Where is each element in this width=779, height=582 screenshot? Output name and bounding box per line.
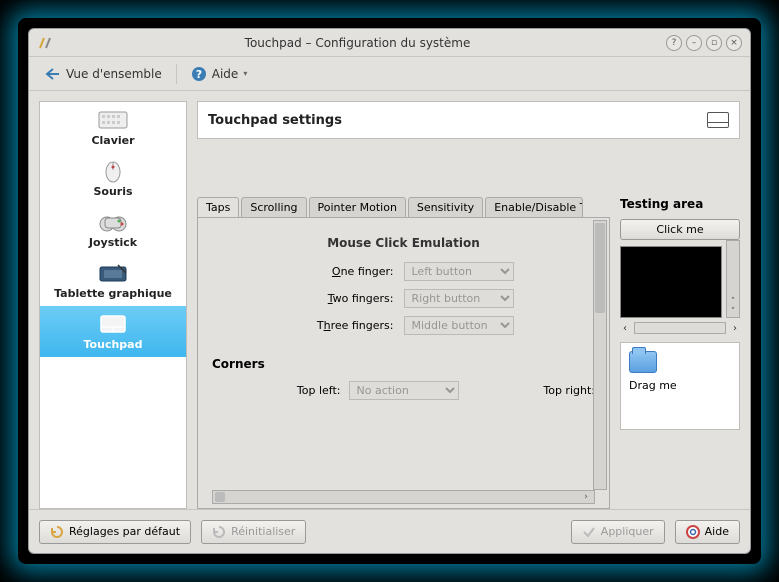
horizontal-scrollbar[interactable]: › <box>212 490 595 504</box>
overview-label: Vue d'ensemble <box>66 67 162 81</box>
lifebuoy-icon <box>686 525 700 539</box>
sidebar-item-touchpad[interactable]: Touchpad <box>40 306 186 357</box>
app-icon <box>37 35 53 51</box>
folder-icon[interactable] <box>629 351 657 373</box>
test-hscroll-right[interactable]: › <box>730 323 740 334</box>
tab-bar: Taps Scrolling Pointer Motion Sensitivit… <box>197 197 610 217</box>
test-hscroll[interactable] <box>634 322 726 334</box>
test-vscroll[interactable]: ˄˅ <box>726 240 740 318</box>
testing-area-title: Testing area <box>620 197 740 211</box>
sidebar-item-label: Joystick <box>89 236 137 249</box>
top-left-label: Top left: <box>212 384 341 397</box>
tab-enable-disable[interactable]: Enable/Disable Touchpad <box>485 197 583 217</box>
reset-label: Réinitialiser <box>231 525 295 538</box>
tab-panel-taps: Mouse Click Emulation One finger: Left b… <box>197 217 610 509</box>
touchpad-icon <box>97 312 129 336</box>
one-finger-label: One finger: <box>294 265 394 278</box>
reset-button[interactable]: Réinitialiser <box>201 520 306 544</box>
tablet-icon <box>97 261 129 285</box>
top-right-label: Top right: <box>467 384 596 397</box>
close-button[interactable]: × <box>726 35 742 51</box>
joystick-icon <box>97 210 129 234</box>
help-icon: ? <box>191 66 207 82</box>
sidebar-item-tablet[interactable]: Tablette graphique <box>40 255 186 306</box>
drag-area[interactable]: Drag me <box>620 342 740 430</box>
overview-button[interactable]: Vue d'ensemble <box>39 64 168 84</box>
help-footer-label: Aide <box>705 525 729 538</box>
testing-area: Testing area Click me ˄˅ ‹ › Drag me <box>620 197 740 509</box>
tab-sensitivity[interactable]: Sensitivity <box>408 197 483 217</box>
window-title: Touchpad – Configuration du système <box>53 36 662 50</box>
check-icon <box>582 525 596 539</box>
apply-button[interactable]: Appliquer <box>571 520 665 544</box>
tab-scrolling[interactable]: Scrolling <box>241 197 306 217</box>
click-me-button[interactable]: Click me <box>620 219 740 240</box>
test-canvas[interactable] <box>620 246 722 318</box>
three-fingers-label: Three fingers: <box>294 319 394 332</box>
dialog-button-bar: Réglages par défaut Réinitialiser Appliq… <box>29 509 750 553</box>
two-fingers-combo[interactable]: Right button <box>404 289 514 308</box>
sidebar-item-label: Souris <box>93 185 132 198</box>
sidebar-item-keyboard[interactable]: Clavier <box>40 102 186 153</box>
defaults-label: Réglages par défaut <box>69 525 180 538</box>
vertical-scrollbar[interactable] <box>593 220 607 490</box>
group-title-emulation: Mouse Click Emulation <box>212 236 595 250</box>
sidebar-item-label: Clavier <box>91 134 134 147</box>
tab-pointer-motion[interactable]: Pointer Motion <box>309 197 406 217</box>
sidebar-item-label: Tablette graphique <box>54 287 172 300</box>
reset-icon <box>212 525 226 539</box>
page-title: Touchpad settings <box>208 113 342 128</box>
mouse-icon <box>97 159 129 183</box>
svg-text:?: ? <box>196 68 202 81</box>
help-footer-button[interactable]: Aide <box>675 520 740 544</box>
sidebar-item-mouse[interactable]: Souris <box>40 153 186 204</box>
two-fingers-label: Two fingers: <box>294 292 394 305</box>
settings-window: Touchpad – Configuration du système ? – … <box>28 28 751 554</box>
defaults-button[interactable]: Réglages par défaut <box>39 520 191 544</box>
help-window-button[interactable]: ? <box>666 35 682 51</box>
maximize-button[interactable]: ▫ <box>706 35 722 51</box>
titlebar: Touchpad – Configuration du système ? – … <box>29 29 750 57</box>
touchpad-header-icon <box>707 112 729 128</box>
separator <box>176 64 177 84</box>
one-finger-combo[interactable]: Left button <box>404 262 514 281</box>
page-header: Touchpad settings <box>197 101 740 139</box>
defaults-icon <box>50 525 64 539</box>
help-label: Aide <box>212 67 239 81</box>
help-toolbar-button[interactable]: ? Aide ▾ <box>185 63 254 85</box>
back-arrow-icon <box>45 67 61 81</box>
apply-label: Appliquer <box>601 525 654 538</box>
minimize-button[interactable]: – <box>686 35 702 51</box>
tab-taps[interactable]: Taps <box>197 197 239 217</box>
test-hscroll-left[interactable]: ‹ <box>620 323 630 334</box>
toolbar: Vue d'ensemble ? Aide ▾ <box>29 57 750 91</box>
keyboard-icon <box>97 108 129 132</box>
top-left-combo[interactable]: No action <box>349 381 459 400</box>
sidebar-item-joystick[interactable]: Joystick <box>40 204 186 255</box>
sidebar-item-label: Touchpad <box>84 338 143 351</box>
group-title-corners: Corners <box>212 357 595 371</box>
dropdown-icon: ▾ <box>243 69 247 78</box>
three-fingers-combo[interactable]: Middle button <box>404 316 514 335</box>
category-sidebar: Clavier Souris Joystick Tablette graphiq… <box>39 101 187 509</box>
drag-me-label: Drag me <box>629 379 677 392</box>
